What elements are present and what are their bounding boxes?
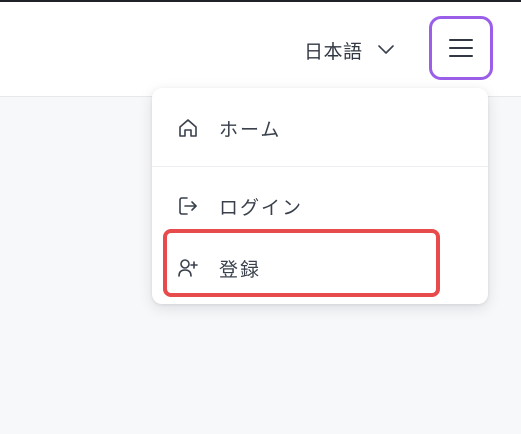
menu-divider (152, 166, 488, 167)
menu-item-home-label: ホーム (219, 118, 282, 141)
hamburger-menu-button[interactable] (429, 16, 493, 80)
menu-item-login[interactable]: ログイン (152, 176, 488, 236)
hamburger-menu-icon (449, 39, 473, 57)
user-plus-icon (177, 257, 199, 279)
menu-item-register[interactable]: 登録 (152, 238, 488, 298)
login-icon (177, 195, 199, 217)
navigation-dropdown-menu: ホーム ログイン 登録 (152, 88, 488, 304)
menu-item-home[interactable]: ホーム (152, 98, 488, 158)
menu-item-register-label: 登録 (219, 258, 262, 281)
language-selector[interactable]: 日本語 (304, 35, 395, 65)
language-label: 日本語 (304, 40, 363, 63)
menu-item-login-label: ログイン (219, 196, 304, 219)
home-icon (177, 117, 199, 139)
chevron-down-icon (377, 45, 394, 54)
